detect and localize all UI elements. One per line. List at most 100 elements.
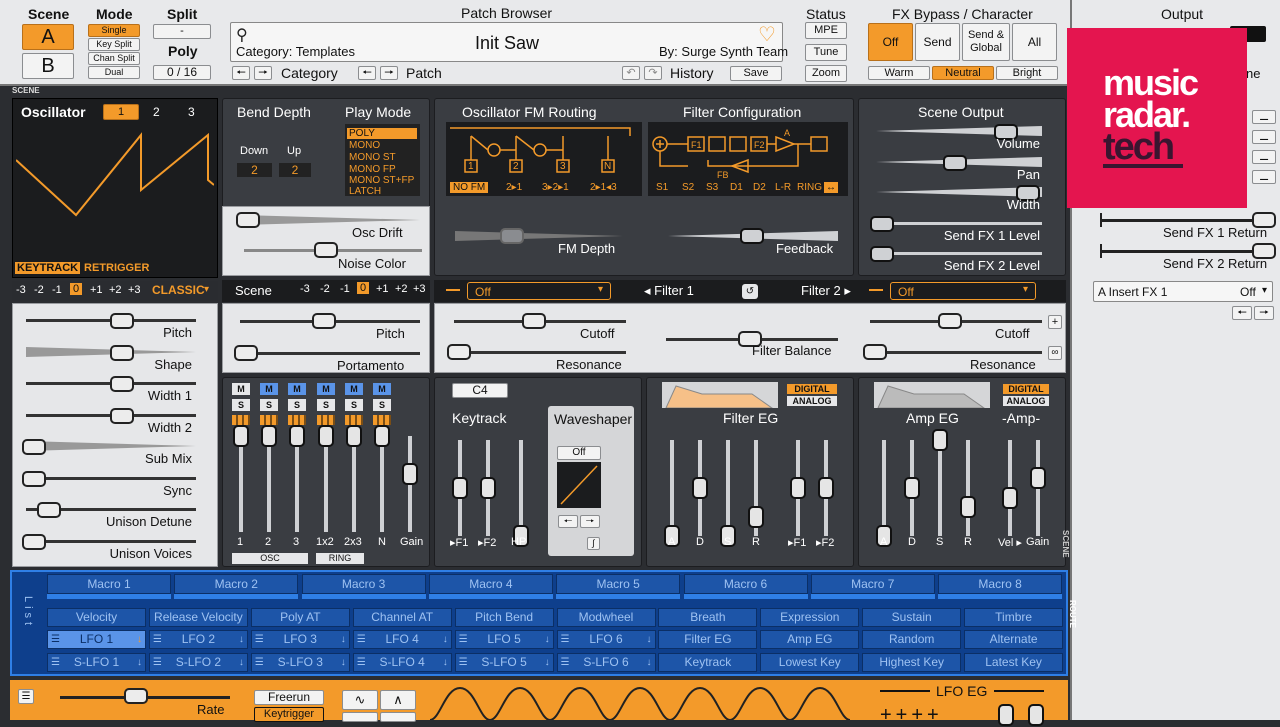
lfo-menu-icon[interactable]: ☰ [18,689,34,704]
osc-param-slider[interactable] [109,407,134,424]
insert-prev-button[interactable]: 🠔 [1232,306,1252,320]
keytrack-toggle[interactable]: KEYTRACK [15,262,81,274]
portamento-slider[interactable] [234,345,258,361]
fm-depth-slider[interactable] [500,228,524,244]
filter-config-d1[interactable]: D1 [730,182,743,193]
insert-next-button[interactable]: 🠖 [1254,306,1274,320]
fm-route-button[interactable]: 3▸2▸1 [542,182,569,193]
play-mode-poly[interactable]: POLY [347,128,417,139]
mod-source-button[interactable]: Pitch Bend [454,608,554,627]
mixer-fader[interactable] [402,463,418,486]
mixer-route[interactable] [373,415,391,425]
fx-send-button[interactable]: Send [915,23,960,61]
mod-source-button[interactable]: Expression [760,608,860,627]
output-mini-buttons[interactable]: ⚊ ⚊ ⚊ ⚊ [1252,110,1276,184]
scene-pitch-button[interactable]: +3 [413,283,426,295]
play-mode-latch[interactable]: LATCH [349,186,381,197]
mod-source-button[interactable]: ☰ S-LFO 6 ↓ [556,653,656,672]
macro-button[interactable]: Macro 8 [938,574,1063,594]
amp-eg-digital-toggle[interactable]: DIGITAL [1003,384,1049,394]
scene-out-slider[interactable] [870,246,894,262]
filter-eg-digital-toggle[interactable]: DIGITAL [787,384,837,394]
osc-param-slider[interactable] [109,313,134,329]
waveshaper-type[interactable]: Off [557,446,601,460]
waveshaper-link-icon[interactable]: ∫ [587,537,600,550]
scene-pitch-button[interactable]: +2 [395,283,408,295]
mixer-route[interactable] [317,415,335,425]
play-mode-mono-st[interactable]: MONO ST [349,152,396,163]
mod-source-button[interactable]: Poly AT [250,608,350,627]
undo-button[interactable]: ↶ [622,66,640,80]
amp-eg-fader[interactable] [904,477,920,499]
osc-pitch-button[interactable]: -2 [34,284,44,296]
favorite-heart-icon[interactable]: ♡ [758,22,776,47]
amp-eg-fader[interactable] [960,496,976,519]
scene-pitch-button[interactable]: 0 [357,282,370,294]
noise-color-slider[interactable] [314,242,338,258]
mini-button[interactable]: ⚊ [1252,110,1276,124]
osc-pitch-button[interactable]: 0 [70,283,83,295]
macro-button[interactable]: Macro 4 [428,574,553,594]
scene-b-button[interactable]: B [22,53,74,79]
mod-source-button[interactable]: Velocity [47,608,146,627]
osc-pitch-button[interactable]: -1 [52,284,62,296]
amp-eg-fader[interactable] [1030,467,1046,490]
fx-all-button[interactable]: All [1012,23,1057,61]
list-vertical-label[interactable]: List [22,596,34,629]
filter-config-wide[interactable]: ↔ [824,182,838,193]
mod-source-button[interactable]: ☰ LFO 3 ↓ [250,630,350,649]
scene-pitch-button[interactable]: -1 [340,283,350,295]
mod-source-button[interactable]: ☰ S-LFO 5 ↓ [454,653,554,672]
patch-next-button[interactable]: 🠖 [380,66,398,80]
waveshaper-next[interactable]: 🠖 [580,515,600,528]
osc-param-slider[interactable] [109,376,134,392]
split-value[interactable]: - [153,24,211,39]
filter-config-s2[interactable]: S2 [682,182,694,193]
mixer-solo[interactable]: S [260,399,278,411]
mode-chan-split[interactable]: Chan Split [88,52,140,65]
mixer-route[interactable] [260,415,278,425]
filter-add-icon[interactable]: + [1048,315,1062,329]
mod-source-button[interactable]: Lowest Key [760,653,860,672]
mixer-solo[interactable]: S [288,399,306,411]
mixer-fader[interactable] [233,425,249,447]
lfo-triangle-shape[interactable]: ∧ [380,690,416,710]
mixer-route[interactable] [345,415,363,425]
filter1-type-select[interactable]: Off ▾ [467,282,611,300]
osc-param-slider[interactable] [109,344,134,361]
zoom-button[interactable]: Zoom [805,65,847,82]
tune-button[interactable]: Tune [805,44,847,61]
mixer-solo[interactable]: S [345,399,363,411]
osc-param-slider[interactable] [36,502,61,518]
mod-source-button[interactable]: Filter EG [658,630,758,649]
mod-source-button[interactable]: Random [862,630,962,649]
fm-route-button[interactable]: 2▸1 [506,182,522,193]
filter2-type-select[interactable]: Off ▾ [890,282,1036,300]
fm-route-nofm[interactable]: NO FM [450,182,489,193]
filter2-resonance-slider[interactable] [863,344,887,360]
scene-pitch-button[interactable]: -2 [320,283,330,295]
mod-source-button[interactable]: ☰ S-LFO 3 ↓ [250,653,350,672]
filter1-resonance-slider[interactable] [447,344,471,360]
scene-out-slider[interactable] [870,215,894,232]
mini-button[interactable]: ⚊ [1252,170,1276,184]
filter1-cutoff-slider[interactable] [522,313,546,329]
osc-pitch-button[interactable]: +1 [90,284,103,296]
mixer-mute[interactable]: M [345,383,363,395]
save-button[interactable]: Save [730,66,782,81]
mod-source-button[interactable]: Alternate [964,630,1064,649]
mod-source-button[interactable]: Breath [658,608,758,627]
scene-pitch-button[interactable]: -3 [300,283,310,295]
macro-button[interactable]: Macro 3 [301,574,426,594]
filter-config-lr[interactable]: L-R [775,182,791,193]
mod-source-button[interactable]: Channel AT [352,608,452,627]
keytrack-root-note[interactable]: C4 [452,383,508,398]
macro-button[interactable]: Macro 2 [174,574,299,594]
filter-eg-fader[interactable] [790,477,806,499]
filter-eg-fader[interactable] [748,505,764,528]
lfo-eg-fader[interactable] [1028,704,1044,726]
osc-drift-slider[interactable] [236,212,260,228]
fm-route-button[interactable]: 2▸1◂3 [590,182,617,193]
mod-source-button[interactable]: Release Velocity [148,608,248,627]
mod-source-button[interactable]: ☰ S-LFO 4 ↓ [352,653,452,672]
